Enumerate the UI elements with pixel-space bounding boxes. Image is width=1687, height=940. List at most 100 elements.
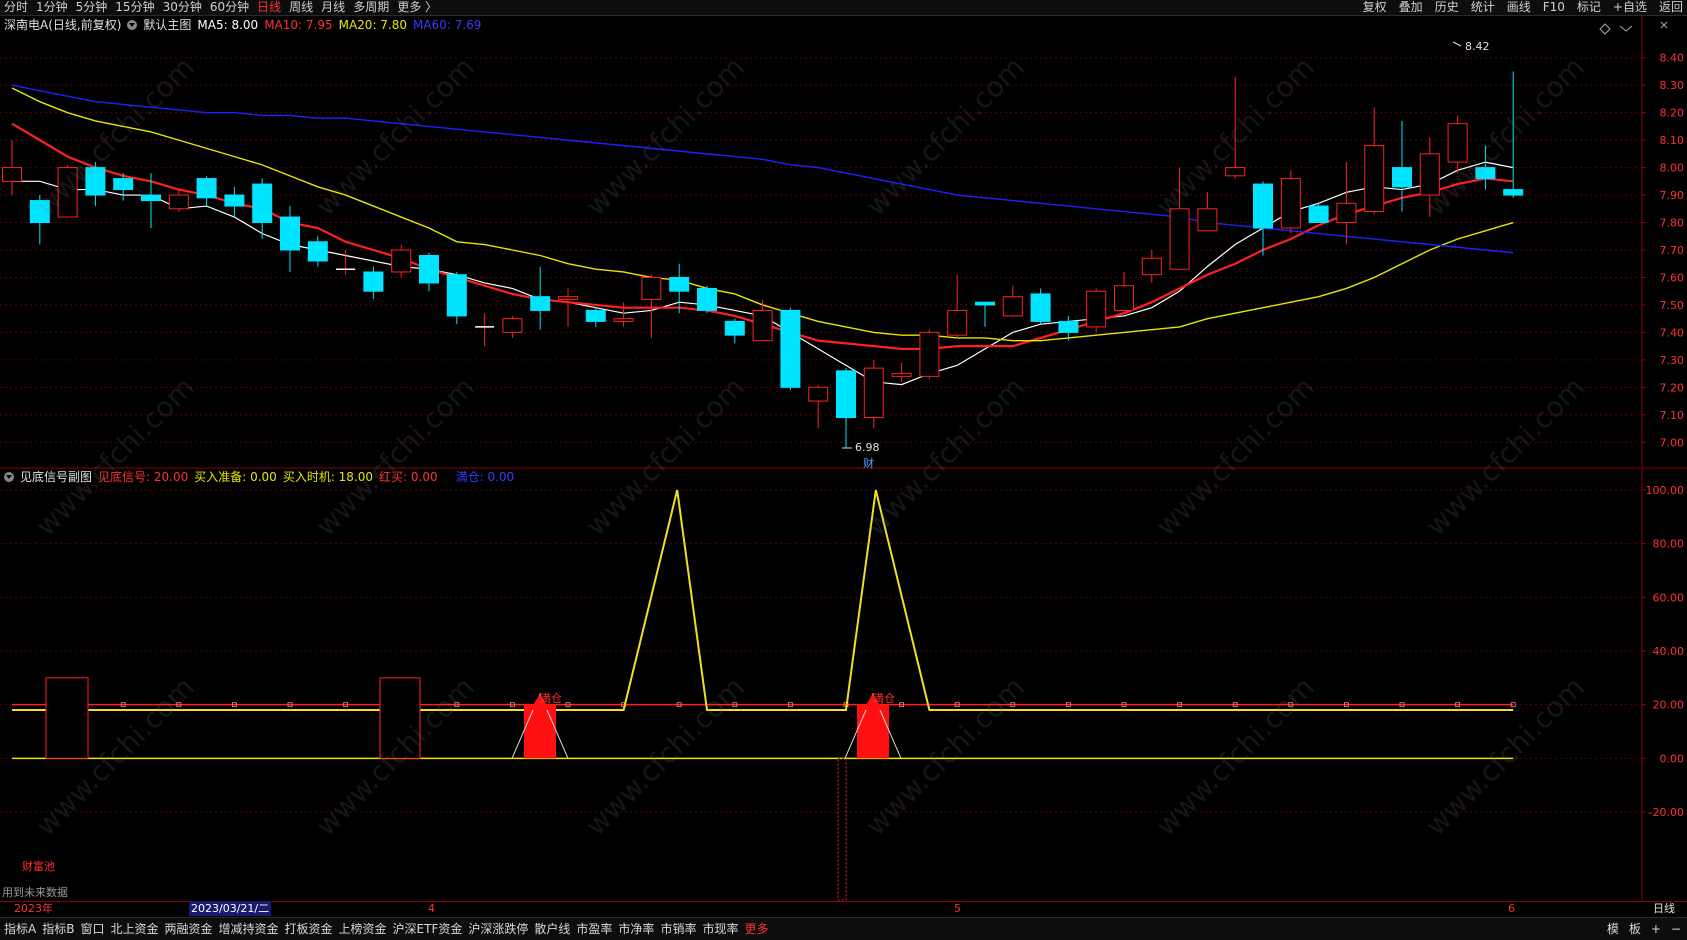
price-tick-label: 7.90 — [1660, 189, 1685, 202]
candle-down — [252, 183, 273, 224]
candle-up — [1225, 167, 1246, 177]
candle-up — [1447, 123, 1468, 163]
finance-mark[interactable]: 财 — [863, 455, 874, 471]
candle-up — [2, 167, 22, 182]
candle-down — [280, 216, 300, 251]
candle-up — [613, 318, 634, 322]
candle-up — [57, 167, 78, 218]
candle-down — [446, 274, 467, 317]
ma60-label: MA60: 7.69 — [413, 18, 482, 32]
candle-down — [585, 309, 606, 322]
candle-down — [196, 178, 217, 199]
month-6-label: 6 — [1508, 902, 1515, 915]
price-tick-label: 8.10 — [1660, 134, 1685, 147]
indicator-name[interactable]: 见底信号副图 — [20, 469, 92, 485]
high-price-label: 8.42 — [1465, 40, 1490, 53]
full-position-mark-2: 満仓 — [873, 692, 895, 705]
price-tick-label: 7.60 — [1660, 271, 1685, 284]
candle-up — [863, 367, 884, 419]
price-tick-label: 7.10 — [1660, 409, 1685, 422]
candle-down — [1475, 167, 1496, 180]
indicator-tab-14[interactable]: 市现率 — [702, 921, 738, 937]
candle-up — [1086, 290, 1107, 328]
ma20-label: MA20: 7.80 — [338, 18, 408, 32]
candle-up — [391, 249, 412, 273]
candle-up — [168, 194, 189, 210]
candle-down — [780, 309, 801, 388]
indicator-tab-11[interactable]: 市盈率 — [576, 921, 612, 937]
indicator-tick-label: 80.00 — [1653, 538, 1685, 551]
indicator-tab-5[interactable]: 增减持资金 — [219, 921, 279, 937]
ma10-label: MA10: 7.95 — [264, 18, 333, 32]
full-position-mark-1: 満仓 — [540, 692, 562, 705]
prepare-label: 买入准备: 0.00 — [194, 470, 277, 484]
template-name[interactable]: 默认主图 — [143, 17, 191, 33]
candle-down — [1030, 293, 1051, 322]
timing-line — [12, 489, 1514, 712]
indicator-tab-3[interactable]: 北上资金 — [110, 921, 158, 937]
indicator-tab-15[interactable]: 更多 — [744, 921, 768, 937]
indicator-tab-10[interactable]: 散户线 — [534, 921, 570, 937]
indicator-tab-0[interactable]: 指标A — [4, 921, 36, 937]
indicator-tab-1[interactable]: 指标B — [42, 921, 74, 937]
indicator-tab-9[interactable]: 沪深涨跌停 — [468, 921, 528, 937]
price-tick-label: 8.20 — [1660, 107, 1685, 120]
indicator-tab-6[interactable]: 打板资金 — [285, 921, 333, 937]
indicator-tick-label: -20.00 — [1649, 806, 1684, 819]
diamond-icon — [1599, 23, 1611, 35]
candle-down — [419, 254, 439, 284]
future-data-note: 用到未来数据 — [2, 886, 68, 899]
indicator-tab-7[interactable]: 上榜资金 — [339, 921, 387, 937]
indicator-tab-8[interactable]: 沪深ETF资金 — [393, 921, 463, 937]
view-control-3[interactable]: − — [1671, 921, 1681, 937]
negative-dashed-bar — [837, 757, 847, 901]
candle-down — [363, 271, 384, 292]
indicator-tab-2[interactable]: 窗口 — [80, 921, 104, 937]
price-tick-label: 7.30 — [1660, 354, 1685, 367]
candle-up — [919, 331, 940, 377]
view-control-1[interactable]: 板 — [1629, 921, 1641, 937]
indicator-tick-label: 60.00 — [1653, 591, 1685, 604]
price-tick-label: 7.70 — [1660, 244, 1685, 257]
template-dropdown-icon[interactable] — [127, 20, 138, 30]
candle-down — [1308, 205, 1329, 224]
sub-chart-header: 见底信号副图 见底信号: 20.00 买入准备: 0.00 买入时机: 18.0… — [4, 469, 514, 485]
indicator-tick-label: 40.00 — [1653, 645, 1685, 658]
view-control-0[interactable]: 模 — [1607, 921, 1619, 937]
candle-down — [85, 167, 106, 196]
indicator-tabs: 指标A 指标B 窗口 北上资金 两融资金 增减持资金 打板资金 上榜资金 沪深ETF资金 沪深涨跌… — [4, 921, 768, 937]
signal-label: 见底信号: 20.00 — [98, 470, 189, 484]
indicator-dropdown-icon[interactable] — [4, 472, 14, 482]
candle-up — [641, 276, 662, 300]
candle-down — [29, 200, 50, 224]
candle-up — [502, 318, 523, 333]
price-tick-label: 7.20 — [1660, 381, 1685, 394]
ma5-label: MA5: 8.00 — [197, 18, 259, 32]
candle-down — [697, 287, 717, 311]
view-control-2[interactable]: + — [1651, 921, 1661, 937]
bottom-signal-box — [379, 677, 421, 759]
indicator-tab-4[interactable]: 两融资金 — [164, 921, 212, 937]
candle-up — [1364, 145, 1385, 213]
price-tick-label: 8.30 — [1660, 79, 1685, 92]
candle-down — [530, 296, 551, 311]
candle-up — [558, 296, 578, 300]
candle-down — [724, 320, 745, 336]
candle-up — [1114, 285, 1134, 311]
period-label: 日线 — [1653, 902, 1675, 915]
month-4-label: 4 — [428, 902, 435, 915]
candle-down — [307, 241, 328, 262]
candle-down — [1253, 183, 1273, 229]
year-label: 2023年 — [14, 902, 53, 915]
candle-up — [1169, 208, 1190, 270]
timing-label: 买入时机: 18.00 — [282, 470, 374, 484]
candle-up — [947, 309, 968, 336]
indicator-tick-label: 100.00 — [1646, 484, 1685, 497]
indicator-tab-13[interactable]: 市销率 — [660, 921, 696, 937]
indicator-tab-12[interactable]: 市净率 — [618, 921, 654, 937]
stock-title[interactable]: 深南电A(日线,前复权) — [4, 17, 121, 33]
candle-up — [1336, 202, 1357, 224]
collapse-icon — [1660, 21, 1668, 29]
indicator-tick-label: 20.00 — [1653, 699, 1685, 712]
candle-up — [752, 309, 773, 342]
